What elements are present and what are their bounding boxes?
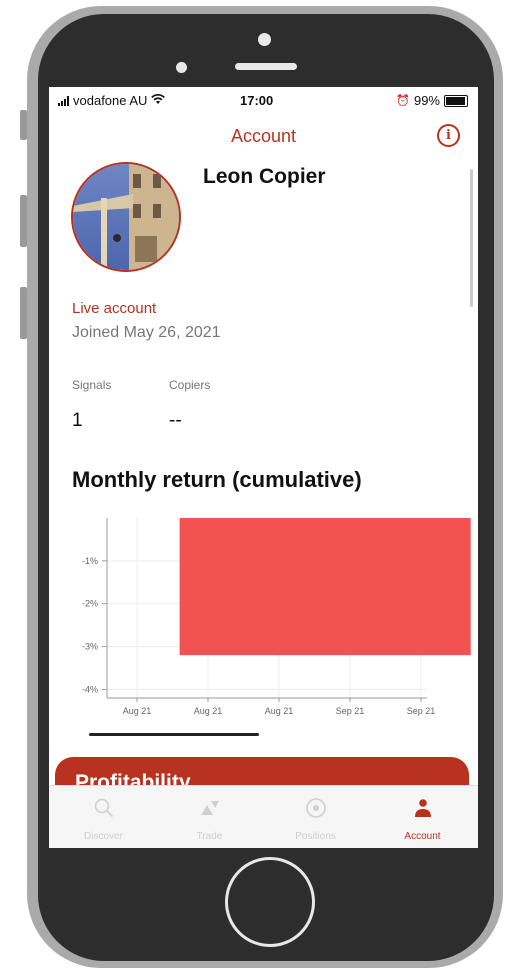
y-tick-label: -1% bbox=[82, 556, 98, 566]
tab-label: Trade bbox=[196, 831, 223, 842]
front-camera bbox=[258, 33, 271, 46]
user-name: Leon Copier bbox=[203, 165, 326, 188]
person-icon bbox=[380, 797, 465, 819]
x-tick-label: Aug 21 bbox=[265, 706, 294, 716]
signals-value: 1 bbox=[72, 410, 83, 431]
tab-account[interactable]: Account bbox=[380, 786, 465, 848]
tab-label: Positions bbox=[295, 831, 336, 842]
positions-icon bbox=[273, 797, 358, 819]
avatar[interactable] bbox=[71, 162, 181, 272]
chart-scroll-indicator bbox=[89, 733, 259, 736]
x-tick-label: Sep 21 bbox=[407, 706, 436, 716]
x-tick-label: Aug 21 bbox=[123, 706, 152, 716]
home-button[interactable] bbox=[225, 857, 315, 947]
x-tick-label: Aug 21 bbox=[194, 706, 223, 716]
signal-icon bbox=[58, 95, 69, 106]
x-tick-label: Sep 21 bbox=[336, 706, 365, 716]
y-tick-label: -4% bbox=[82, 684, 98, 694]
alarm-icon: ⏰ bbox=[396, 95, 410, 107]
tab-label: Discover bbox=[84, 831, 123, 842]
trade-icon bbox=[167, 797, 252, 819]
earpiece-speaker bbox=[235, 63, 297, 70]
status-bar: vodafone AU 17:00 ⏰ 99% bbox=[49, 87, 478, 113]
copiers-value: -- bbox=[169, 410, 182, 431]
wifi-icon bbox=[151, 93, 166, 108]
scrollbar[interactable] bbox=[470, 169, 473, 307]
y-tick-label: -3% bbox=[82, 642, 98, 652]
section-title: Monthly return (cumulative) bbox=[72, 467, 362, 492]
status-right: ⏰ 99% bbox=[396, 93, 468, 108]
battery-icon bbox=[444, 94, 468, 107]
screen: vodafone AU 17:00 ⏰ 99% Account i Leon C… bbox=[49, 87, 478, 848]
carrier-label: vodafone AU bbox=[73, 93, 148, 108]
mute-switch bbox=[20, 110, 27, 140]
y-tick-label: -2% bbox=[82, 599, 98, 609]
volume-up-button bbox=[20, 195, 27, 247]
tab-trade[interactable]: Trade bbox=[167, 786, 252, 848]
tab-discover[interactable]: Discover bbox=[61, 786, 146, 848]
signals-label: Signals bbox=[72, 378, 112, 392]
copiers-label: Copiers bbox=[169, 378, 211, 392]
tab-positions[interactable]: Positions bbox=[273, 786, 358, 848]
status-time: 17:00 bbox=[240, 93, 274, 108]
joined-date: Joined May 26, 2021 bbox=[72, 324, 221, 341]
volume-down-button bbox=[20, 287, 27, 339]
account-type: Live account bbox=[72, 300, 157, 317]
tab-bar: Discover Trade Positions Account bbox=[49, 785, 478, 848]
tab-label: Account bbox=[404, 831, 441, 842]
status-left: vodafone AU bbox=[58, 93, 166, 108]
battery-percent: 99% bbox=[413, 93, 440, 108]
search-icon bbox=[61, 797, 146, 819]
monthly-return-chart: -1% -2% -3% -4% Aug 21 Aug 21 Aug 21 Sep 21 Sep … bbox=[82, 518, 471, 716]
proximity-sensor bbox=[176, 62, 187, 73]
return-bar bbox=[179, 518, 471, 656]
info-icon[interactable]: i bbox=[437, 124, 460, 147]
page-title: Account bbox=[230, 126, 297, 146]
